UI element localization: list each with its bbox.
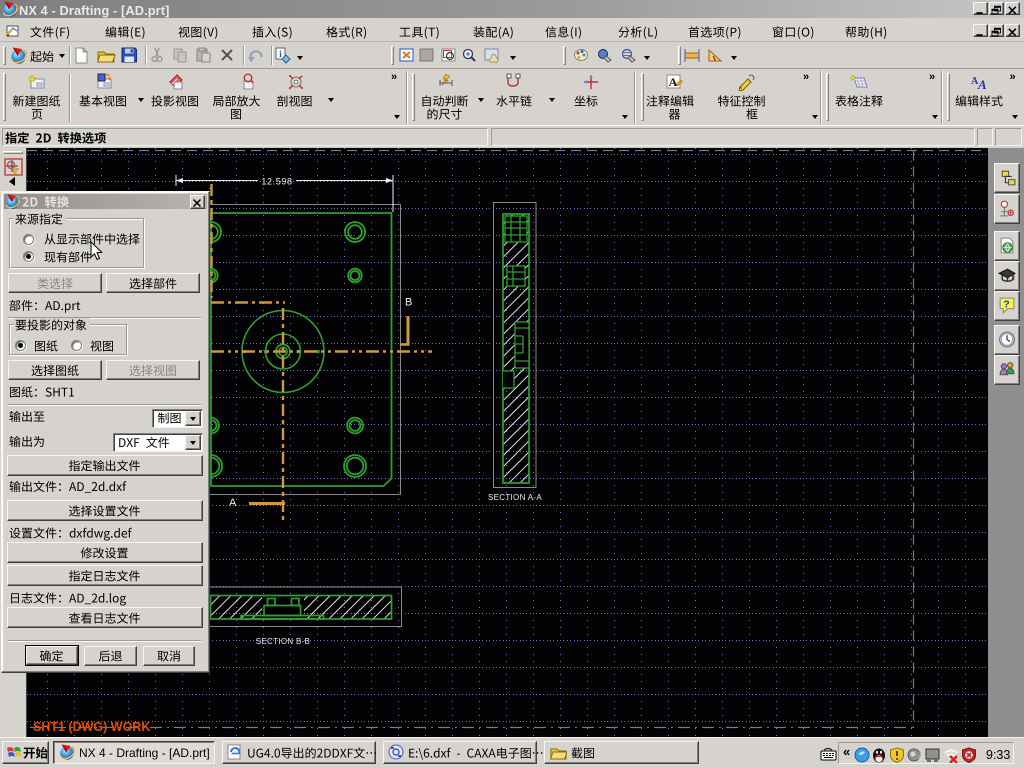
svg-text:B: B [405,297,412,309]
svg-text:SECTION B-B: SECTION B-B [256,637,310,646]
svg-text:SECTION A-A: SECTION A-A [488,493,542,502]
svg-text:A: A [669,75,678,89]
svg-text:A: A [229,497,237,509]
svg-text:?: ? [1003,299,1009,311]
svg-text:12.598: 12.598 [261,177,292,187]
svg-text:A: A [977,77,987,91]
svg-text:SHT1 (DWG) WORK: SHT1 (DWG) WORK [33,720,150,734]
